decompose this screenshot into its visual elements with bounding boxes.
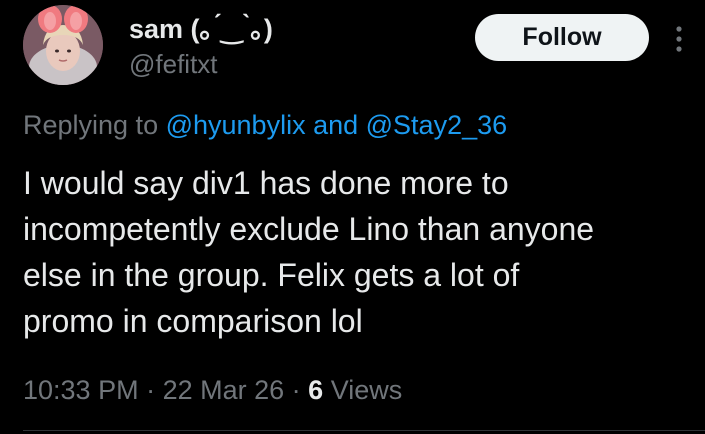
tweet-meta: 10:33 PM · 22 Mar 26 · 6 Views	[23, 373, 402, 407]
mention-connector[interactable]: and	[306, 110, 366, 140]
tweet-time[interactable]: 10:33 PM	[23, 375, 139, 405]
mention-link[interactable]: @hyunbylix	[166, 110, 306, 140]
replying-to-prefix: Replying to	[23, 110, 166, 140]
more-options-icon[interactable]	[672, 25, 686, 53]
user-handle[interactable]: @fefitxt	[129, 48, 273, 80]
meta-separator: ·	[284, 375, 309, 405]
views-count: 6	[308, 375, 324, 405]
views-label: Views	[323, 375, 403, 405]
mention-link[interactable]: @Stay2_36	[366, 110, 508, 140]
follow-button[interactable]: Follow	[475, 14, 649, 61]
profile-photo-icon	[23, 5, 103, 85]
tweet-text: I would say div1 has done more to incomp…	[23, 165, 595, 339]
avatar[interactable]	[23, 5, 103, 85]
tweet-header: sam (｡ ́‿ ̀｡) @fefitxt Follow	[23, 5, 693, 85]
user-names: sam (｡ ́‿ ̀｡) @fefitxt	[129, 13, 273, 80]
divider	[23, 430, 705, 431]
replying-to: Replying to @hyunbylix and @Stay2_36	[23, 108, 507, 142]
display-name[interactable]: sam (｡ ́‿ ̀｡)	[129, 13, 273, 45]
tweet-date[interactable]: 22 Mar 26	[163, 375, 285, 405]
meta-separator: ·	[138, 375, 163, 405]
